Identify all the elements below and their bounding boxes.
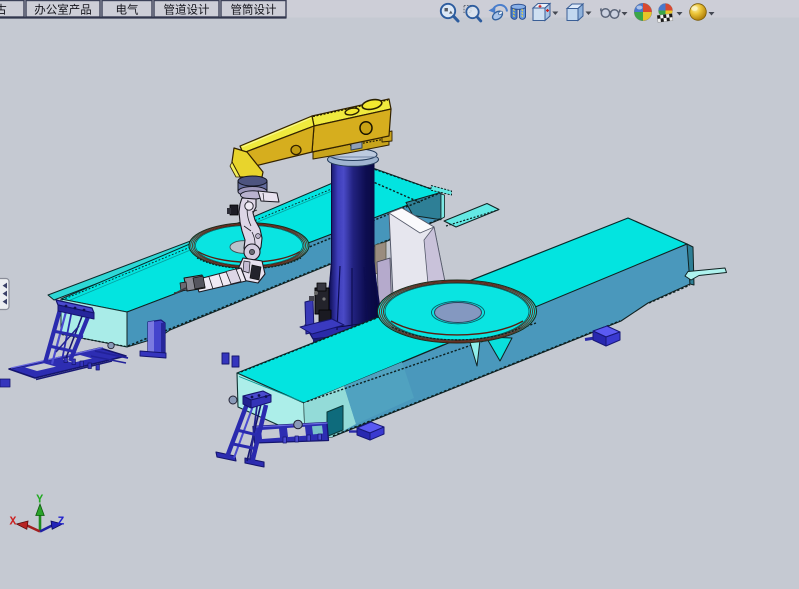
svg-text:管筒设计: 管筒设计 bbox=[231, 2, 277, 16]
svg-text:管道设计: 管道设计 bbox=[164, 2, 210, 16]
svg-text:X: X bbox=[10, 516, 17, 529]
svg-text:古: 古 bbox=[0, 2, 7, 16]
svg-text:Y: Y bbox=[36, 494, 43, 507]
svg-text:电气: 电气 bbox=[116, 2, 139, 16]
svg-text:办公室产品: 办公室产品 bbox=[34, 2, 92, 16]
svg-text:Z: Z bbox=[58, 516, 65, 529]
